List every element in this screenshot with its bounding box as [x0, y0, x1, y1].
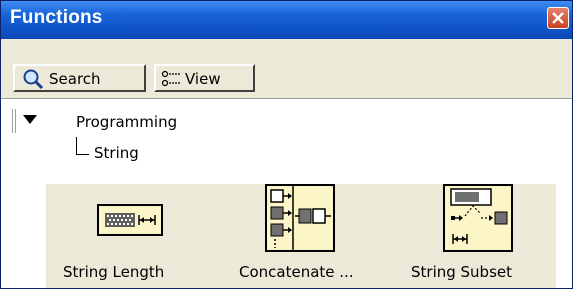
view-list-icon [161, 70, 181, 87]
palette-item-string-length[interactable]: String Length [46, 184, 196, 288]
palette-item-concatenate-strings[interactable]: Concatenate ... [206, 184, 386, 288]
title-bar[interactable]: Functions [1, 1, 572, 39]
functions-palette-window: Functions Search View Programming String… [0, 0, 573, 289]
search-button[interactable]: Search [13, 64, 146, 92]
palette-item-string-subset[interactable]: String Subset [396, 184, 556, 288]
resize-grip[interactable] [12, 109, 16, 133]
window-title: Functions [10, 7, 103, 28]
magnifier-icon [23, 69, 44, 90]
tree-item-string[interactable]: String [94, 144, 139, 162]
view-button-label: View [185, 70, 221, 88]
search-button-label: Search [49, 70, 101, 88]
view-button[interactable]: View [154, 64, 255, 92]
function-icon-palette: String Length Concatenate ... String Sub… [46, 184, 556, 288]
string-length-icon [97, 204, 163, 236]
palette-item-label: Concatenate ... [239, 263, 354, 281]
triangle-down-icon[interactable] [23, 115, 37, 125]
string-subset-icon [443, 184, 513, 252]
concatenate-strings-icon [265, 184, 335, 252]
tree-connector [76, 137, 89, 155]
close-icon [552, 12, 564, 24]
palette-item-label: String Length [63, 263, 165, 281]
palette-item-label: String Subset [411, 263, 513, 281]
tree-item-programming[interactable]: Programming [76, 113, 177, 131]
close-button[interactable] [547, 7, 569, 29]
